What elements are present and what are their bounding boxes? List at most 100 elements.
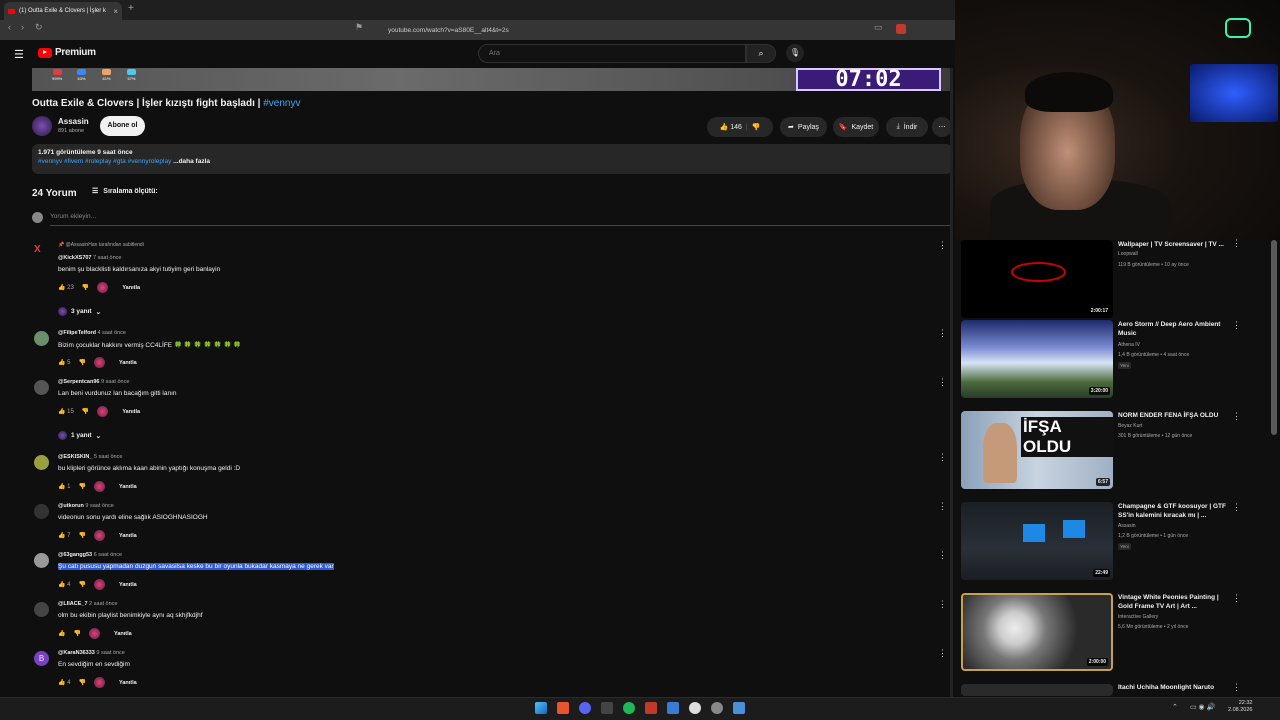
dislike-icon[interactable]: 👎 [78,581,85,588]
comment-author[interactable]: @FilipeTelford 4 saat önce [58,330,126,336]
recommendation-channel[interactable]: Interactive Gallery [1118,614,1158,620]
recommendation-title[interactable]: Champagne & GTF koosuyor | GTF SS'in kal… [1118,503,1228,520]
browser-tab[interactable]: (1) Outta Exile & Clovers | İşler k × [4,2,122,20]
recommendation-menu-icon[interactable]: ⋮ [1232,593,1241,604]
youtube-logo[interactable]: Premium [38,47,96,58]
discord-icon[interactable] [579,702,591,714]
comment-menu-icon[interactable]: ⋮ [938,328,947,339]
media-app-icon[interactable] [645,702,657,714]
dislike-icon[interactable]: 👎 [78,483,85,490]
recommendation-thumbnail[interactable]: 3:20:00 [961,320,1113,398]
steam-icon[interactable] [711,702,723,714]
forward-icon[interactable]: › [21,22,24,32]
dislike-icon[interactable]: 👎 [82,284,89,291]
dislike-icon[interactable]: 👎 [752,123,761,131]
comment-avatar[interactable] [34,504,49,519]
like-icon[interactable]: 👍 5 [58,359,70,366]
reply-button[interactable]: Yanıtla [114,631,132,637]
comment-avatar[interactable]: X [34,244,41,255]
new-tab-icon[interactable]: + [128,3,134,14]
recommendation-menu-icon[interactable]: ⋮ [1232,411,1241,422]
url-field[interactable]: youtube.com/watch?v=aS80E__alt4&t=2s [368,23,888,37]
like-button[interactable]: 👍 146 [720,123,742,131]
comment-author[interactable]: @63gangg53 6 saat önce [58,552,122,558]
search-icon[interactable]: ⌕ [746,44,776,63]
comment-author[interactable]: @KaraN36333 9 saat önce [58,650,125,656]
system-clock[interactable]: 22:32 2.08.2026 [1228,700,1252,714]
share-button[interactable]: ➦ Paylaş [780,117,827,137]
page-scrollbar[interactable] [950,68,953,698]
recommendation-title[interactable]: Aero Storm // Deep Aero Ambient Music [1118,321,1228,338]
tray-icons[interactable]: ▭ ◉ 🔊 [1190,703,1215,711]
reply-button[interactable]: Yanıtla [119,680,137,686]
dislike-icon[interactable]: 👎 [78,679,85,686]
reply-button[interactable]: Yanıtla [119,360,137,366]
bookmark-icon[interactable]: ⚑ [355,22,363,33]
settings-gear-icon[interactable] [689,702,701,714]
recommendation-thumbnail[interactable]: İFŞA OLDU 6:57 [961,411,1113,489]
windows-start-icon[interactable] [535,702,547,714]
comment-menu-icon[interactable]: ⋮ [938,550,947,561]
like-icon[interactable]: 👍 7 [58,532,70,539]
comment-menu-icon[interactable]: ⋮ [938,501,947,512]
comment-author[interactable]: @ESKISKIN_ 5 saat önce [58,454,122,460]
reader-icon[interactable]: ▭ [874,22,883,33]
recommendation-thumbnail[interactable] [961,684,1113,696]
recommendation-title[interactable]: NORM ENDER FENA İFŞA OLDU [1118,412,1228,421]
like-icon[interactable]: 👍 23 [58,284,74,291]
close-tab-icon[interactable]: × [113,7,118,16]
reply-button[interactable]: Yanıtla [122,409,140,415]
like-icon[interactable]: 👍 15 [58,408,74,415]
add-comment-input[interactable]: Yorum ekleyin... [50,213,950,226]
recommendation-thumbnail[interactable]: 2:00:17 [961,240,1113,318]
comment-avatar[interactable] [34,553,49,568]
comment-avatar[interactable]: B [34,651,49,666]
comment-menu-icon[interactable]: ⋮ [938,599,947,610]
show-more-link[interactable]: ...daha fazla [173,158,210,165]
recommendation-channel[interactable]: Beyaz Kurt [1118,423,1142,429]
dislike-icon[interactable]: 👎 [82,408,89,415]
reply-button[interactable]: Yanıtla [122,285,140,291]
back-icon[interactable]: ‹ [8,22,11,32]
comment-menu-icon[interactable]: ⋮ [938,648,947,659]
like-icon[interactable]: 👍 1 [58,483,70,490]
comment-avatar[interactable] [34,380,49,395]
dislike-icon[interactable]: 👎 [78,359,85,366]
hamburger-menu-icon[interactable]: ☰ [14,48,24,61]
comment-avatar[interactable] [34,331,49,346]
comment-menu-icon[interactable]: ⋮ [938,240,947,251]
like-icon[interactable]: 👍 4 [58,581,70,588]
file-app-icon[interactable] [733,702,745,714]
description-box[interactable]: 1.971 görüntüleme 9 saat önce #vennyv #f… [32,144,952,174]
tray-chevron-up-icon[interactable]: ⌃ [1172,703,1178,711]
comment-avatar[interactable] [34,455,49,470]
replies-toggle[interactable]: 3 yanıt ⌄ [58,307,101,316]
save-button[interactable]: 🔖 Kaydet [833,117,879,137]
obs-icon[interactable] [601,702,613,714]
comment-avatar[interactable] [34,602,49,617]
sort-button[interactable]: ☰ Sıralama ölçütü: [92,187,158,196]
like-icon[interactable]: 👍 4 [58,679,70,686]
recommendation-title[interactable]: Wallpaper | TV Screensaver | TV ... [1118,241,1228,250]
sidebar-scrollbar[interactable] [1271,240,1277,435]
replies-toggle[interactable]: 1 yanıt ⌄ [58,431,101,440]
reload-icon[interactable]: ↻ [35,22,43,33]
channel-avatar[interactable] [32,116,52,136]
recommendation-title[interactable]: Vintage White Peonies Painting | Gold Fr… [1118,594,1228,611]
download-button[interactable]: ⤓ İndir [886,117,928,137]
comment-author[interactable]: @LIIACE_7 2 saat önce [58,601,117,607]
dislike-icon[interactable]: 👎 [73,630,80,637]
recommendation-menu-icon[interactable]: ⋮ [1232,238,1241,249]
network-app-icon[interactable] [667,702,679,714]
like-icon[interactable]: 👍 [58,630,65,637]
recommendation-menu-icon[interactable]: ⋮ [1232,682,1241,693]
recommendation-menu-icon[interactable]: ⋮ [1232,320,1241,331]
recommendation-thumbnail[interactable]: 2:00:00 [961,593,1113,671]
spotify-icon[interactable] [623,702,635,714]
reply-button[interactable]: Yanıtla [119,484,137,490]
recommendation-channel[interactable]: Loopwall [1118,251,1138,257]
search-input[interactable]: Ara [478,44,746,63]
recommendation-channel[interactable]: Assasin [1118,523,1136,529]
comment-menu-icon[interactable]: ⋮ [938,377,947,388]
hashtag-link[interactable]: #vennyv [263,98,300,109]
